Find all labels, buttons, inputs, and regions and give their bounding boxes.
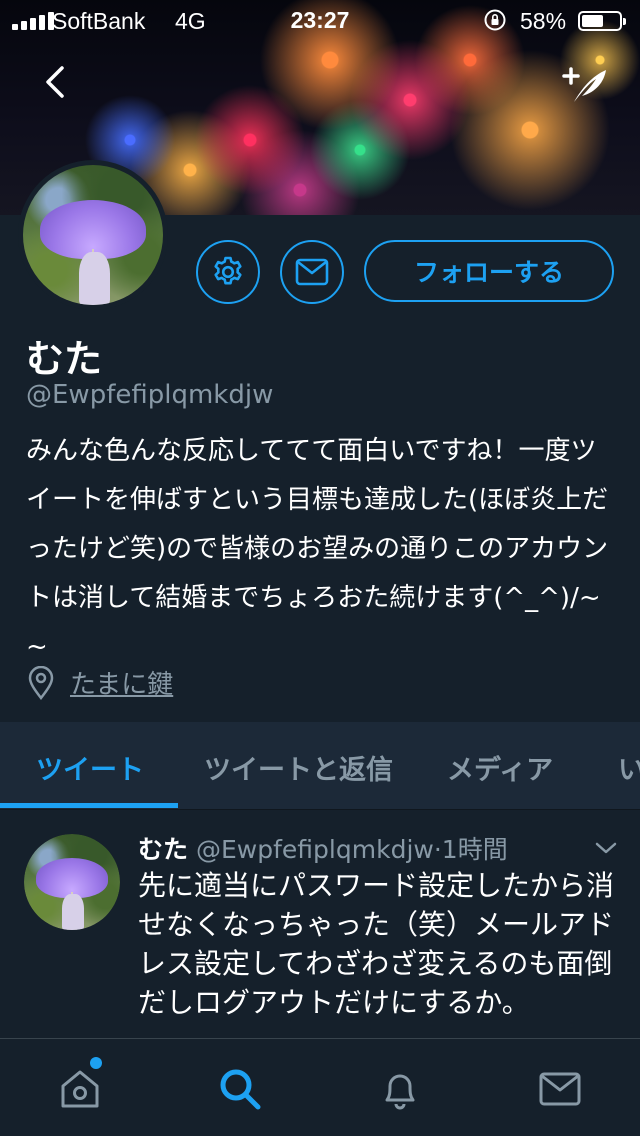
active-tab-indicator: [0, 803, 178, 808]
avatar-image: [23, 165, 163, 305]
tab-media[interactable]: メディア: [447, 748, 553, 787]
location-link[interactable]: たまに鍵: [70, 664, 173, 701]
compose-feather-icon: [562, 67, 606, 102]
battery-icon: [578, 11, 626, 31]
envelope-icon: [539, 1072, 581, 1106]
chevron-down-icon[interactable]: [594, 840, 618, 856]
chevron-left-icon: [46, 66, 64, 98]
tweet-timestamp: 1時間: [441, 835, 508, 864]
profile-bio: みんな色んな反応しててて面白いですね！一度ツイートを伸ばすという目標も達成した(…: [26, 436, 609, 662]
message-button[interactable]: [280, 240, 344, 304]
home-icon: [61, 1070, 99, 1108]
bell-icon: [385, 1074, 415, 1110]
tab-tweets[interactable]: ツイート: [36, 748, 144, 787]
nav-search[interactable]: [216, 1065, 264, 1113]
status-bar: SoftBank 4G 23:27 58%: [0, 0, 640, 40]
profile-display-name: むた: [26, 337, 103, 381]
back-button[interactable]: [36, 62, 76, 102]
tab-likes[interactable]: い: [618, 748, 640, 787]
tweet-header: むた @Ewpfefiplqmkdjw·1時間: [138, 830, 508, 866]
battery-percent: 58%: [520, 8, 567, 34]
tweet-text: 先に適当にパスワード設定したから消せなくなっちゃった（笑）メールアドレス設定して…: [138, 869, 615, 1019]
nav-messages[interactable]: [536, 1065, 584, 1113]
tweet-avatar[interactable]: [24, 834, 120, 930]
nav-notifications[interactable]: [376, 1065, 424, 1113]
tab-tweets-and-replies[interactable]: ツイートと返信: [204, 748, 393, 787]
tweet-item[interactable]: むた @Ewpfefiplqmkdjw·1時間 先に適当にパスワード設定したから消…: [0, 810, 640, 1038]
settings-button[interactable]: [196, 240, 260, 304]
profile-location: たまに鍵: [26, 664, 173, 701]
tweet-author-name[interactable]: むた: [138, 835, 188, 864]
gear-icon: [214, 256, 242, 285]
envelope-icon: [295, 258, 329, 286]
bottom-tab-bar: [0, 1038, 640, 1136]
profile-avatar[interactable]: [18, 160, 168, 310]
profile-handle: @Ewpfefiplqmkdjw: [26, 380, 274, 410]
search-icon: [220, 1069, 261, 1110]
location-pin-icon: [28, 665, 54, 700]
follow-button[interactable]: フォローする: [364, 240, 614, 302]
home-notification-dot: [90, 1057, 102, 1069]
orientation-lock-icon: [484, 9, 506, 31]
profile-tabs: ツイート ツイートと返信 メディア い: [0, 722, 640, 810]
tweet-separator: ·: [433, 835, 442, 864]
tweet-author-handle[interactable]: @Ewpfefiplqmkdjw: [196, 835, 434, 864]
nav-home[interactable]: [56, 1065, 104, 1113]
compose-button[interactable]: [560, 62, 610, 108]
